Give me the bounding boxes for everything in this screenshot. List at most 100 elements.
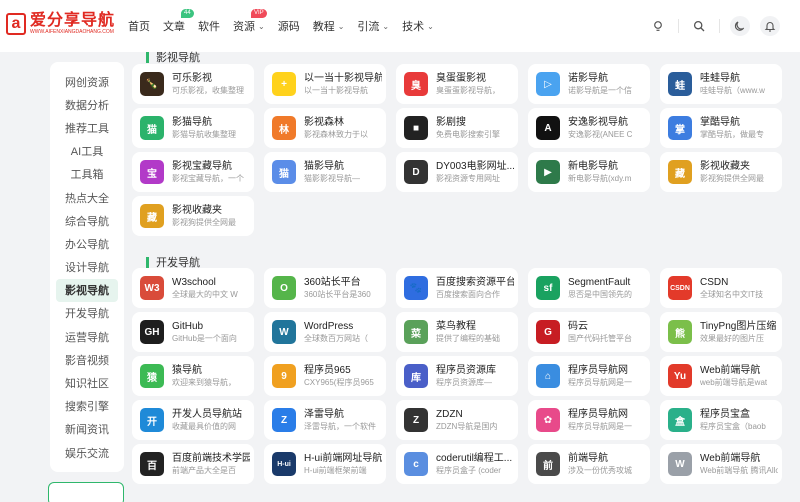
site-card[interactable]: G 码云 国产代码托管平台 — [528, 312, 650, 352]
site-card[interactable]: 掌掌酷导航 掌酷导航，做最专 — [660, 108, 782, 148]
site-card[interactable]: 熊 TinyPng图片压缩 效果最好的图片压 — [660, 312, 782, 352]
site-card[interactable]: CSDN CSDN 全球知名中文IT技 — [660, 268, 782, 308]
site-card[interactable]: 宝影视宝藏导航 影视宝藏导航，一个 — [132, 152, 254, 192]
site-card[interactable]: ▶ 新电影导航 新电影导航(xdy.m — [528, 152, 650, 192]
nav-item[interactable]: 首页 — [128, 18, 150, 34]
site-card[interactable]: 猫影猫导航 影猫导航收集整理 — [132, 108, 254, 148]
nav-item-label: 引流 — [357, 21, 380, 33]
site-logo-icon: Z — [272, 408, 296, 432]
nav-item[interactable]: 文章 44 — [163, 9, 194, 34]
sidebar-item[interactable]: 工具箱 — [56, 163, 118, 186]
nav-item-label: 源码 — [277, 21, 300, 33]
site-card-title: 前端导航 — [568, 453, 608, 464]
site-card[interactable]: W Web前端导航 Web前端导航 腾讯Allo — [660, 444, 782, 484]
site-card[interactable]: 藏影视收藏夹 影视狗提供全网最 — [132, 196, 254, 236]
site-card-title: 码云 — [568, 321, 588, 332]
site-card[interactable]: 🍾 可乐影视 可乐影视，收集整理 — [132, 64, 254, 104]
site-card[interactable]: 猿猿导航 欢迎来到猿导航， — [132, 356, 254, 396]
site-card[interactable]: O 360站长平台 360站长平台是360 — [264, 268, 386, 308]
moon-icon[interactable] — [730, 16, 750, 36]
site-card[interactable]: c coderutil编程工... 程序员盒子 (coder — [396, 444, 518, 484]
site-card[interactable]: 猫猫影导航 猫影影视导航— — [264, 152, 386, 192]
site-card[interactable]: sf SegmentFault 思否是中国领先的 — [528, 268, 650, 308]
site-card[interactable]: 菜菜鸟教程 提供了编程的基础 — [396, 312, 518, 352]
site-card[interactable]: 百百度前端技术学园 前端产品大全是百 — [132, 444, 254, 484]
sidebar-item[interactable]: 搜索引擎 — [56, 395, 118, 418]
site-card[interactable]: A 安逸影视导航 安逸影视(ANEE C — [528, 108, 650, 148]
section-title: 影视导航 — [156, 52, 200, 64]
site-logo-icon: H-ui — [272, 452, 296, 476]
site-card[interactable]: Z ZDZN ZDZN导航是国内 — [396, 400, 518, 440]
site-logo-icon: 猫 — [272, 160, 296, 184]
site-logo-icon: 掌 — [668, 116, 692, 140]
site-card[interactable]: 藏影视收藏夹 影视狗提供全网最 — [660, 152, 782, 192]
site-logo-icon: W — [668, 452, 692, 476]
category-sidebar: 网创资源 数据分析 推荐工具 AI工具 工具箱 热点大全 综合导航 办公导航 设计导航 影视导航开… — [50, 62, 124, 472]
site-card[interactable]: 臭臭蛋蛋影视 臭蛋蛋影视导航， — [396, 64, 518, 104]
sidebar-item[interactable]: 知识社区 — [56, 371, 118, 394]
bell-icon[interactable] — [760, 16, 780, 36]
site-card-description: CXY965(程序员965 — [304, 378, 374, 387]
sidebar-item[interactable]: 数据分析 — [56, 93, 118, 116]
site-logo[interactable]: a 爱分享导航 WWW.AIFENXIANGDAOHANG.COM — [6, 12, 115, 36]
site-card[interactable]: Z 泽雷导航 泽雷导航，一个软件 — [264, 400, 386, 440]
site-card[interactable]: 开开发人员导航站 收藏最具价值的网 — [132, 400, 254, 440]
sidebar-item[interactable]: 娱乐交流 — [56, 441, 118, 464]
sidebar-item[interactable]: 影音视频 — [56, 348, 118, 371]
site-card-title: W3school — [172, 277, 216, 288]
site-card[interactable]: ✿ 程序员导航网 程序员导航网是一 — [528, 400, 650, 440]
idea-bulb-icon[interactable] — [648, 16, 668, 36]
site-card[interactable]: 前前端导航 涉及一份优秀攻城 — [528, 444, 650, 484]
site-card-title: 诺影导航 — [568, 73, 608, 84]
site-card[interactable]: D DY003电影网址... 影视资源专用网址 — [396, 152, 518, 192]
sidebar-item[interactable]: 新闻资讯 — [56, 418, 118, 441]
sidebar-item[interactable]: 网创资源 — [56, 70, 118, 93]
nav-item[interactable]: 引流 ⌄ — [357, 18, 389, 34]
site-card-text: 猫影导航 猫影影视导航— — [304, 160, 382, 184]
site-card[interactable]: ▷ 诺影导航 诺影导航是一个信 — [528, 64, 650, 104]
site-card[interactable]: 库程序员资源库 程序员资源库— — [396, 356, 518, 396]
nav-item[interactable]: 技术 ⌄ — [402, 18, 434, 34]
sidebar-extra-panel — [48, 482, 124, 502]
site-card-text: 影猫导航 影猫导航收集整理 — [172, 116, 250, 140]
site-logo-icon: + — [272, 72, 296, 96]
sidebar-item[interactable]: 开发导航 — [56, 302, 118, 325]
sidebar-item[interactable]: 综合导航 — [56, 209, 118, 232]
nav-item[interactable]: 源码 — [278, 18, 300, 34]
nav-item[interactable]: 软件 — [198, 18, 220, 34]
site-card[interactable]: ■ 影剧搜 免费电影搜索引擎 — [396, 108, 518, 148]
site-card-text: 影视宝藏导航 影视宝藏导航，一个 — [172, 160, 250, 184]
site-card-text: 影剧搜 免费电影搜索引擎 — [436, 116, 514, 140]
site-card[interactable]: 林影视森林 影视森林致力于以 — [264, 108, 386, 148]
site-card[interactable]: W WordPress 全球数百万网站（ — [264, 312, 386, 352]
site-card-description: 臭蛋蛋影视导航， — [436, 86, 500, 95]
site-card[interactable]: ⌂ 程序员导航网 程序员导航网是一 — [528, 356, 650, 396]
sidebar-item[interactable]: 热点大全 — [56, 186, 118, 209]
site-card-description: 诺影导航是一个信 — [568, 86, 632, 95]
site-card-title: 影视森林 — [304, 117, 344, 128]
sidebar-item[interactable]: 影视导航 — [56, 278, 118, 302]
site-logo-icon: O — [272, 276, 296, 300]
site-logo-icon: Yu — [668, 364, 692, 388]
site-card[interactable]: Yu Web前端导航 web前端导航是wat — [660, 356, 782, 396]
site-card[interactable]: 蛙哇蛙导航 哇蛙导航（www.w — [660, 64, 782, 104]
site-logo-icon: 熊 — [668, 320, 692, 344]
sidebar-item[interactable]: 办公导航 — [56, 232, 118, 255]
site-card[interactable]: W3 W3school 全球最大的中文 W — [132, 268, 254, 308]
site-logo-icon: GH — [140, 320, 164, 344]
sidebar-item[interactable]: AI工具 — [56, 140, 118, 163]
site-card[interactable]: GH GitHub GitHub是一个面向 — [132, 312, 254, 352]
search-icon[interactable] — [689, 16, 709, 36]
site-card-title: GitHub — [172, 321, 204, 332]
site-card[interactable]: + 以一当十影视导航 以一当十影视导航 — [264, 64, 386, 104]
site-card[interactable]: 🐾 百度搜索资源平台 百度搜索面向合作 — [396, 268, 518, 308]
nav-item[interactable]: 教程 ⌄ — [313, 18, 345, 34]
site-card[interactable]: H-ui H-ui前端网址导航 H-ui前端框架前端 — [264, 444, 386, 484]
sidebar-item[interactable]: 推荐工具 — [56, 116, 118, 139]
site-card-text: 诺影导航诺影导航是一个信 — [568, 72, 646, 96]
site-card[interactable]: 盒程序员宝盒 程序员宝盒（baob — [660, 400, 782, 440]
nav-item[interactable]: 资源 VIP ⌄ — [233, 9, 267, 34]
sidebar-item[interactable]: 运营导航 — [56, 325, 118, 348]
site-card[interactable]: 9 程序员965 CXY965(程序员965 — [264, 356, 386, 396]
sidebar-item[interactable]: 设计导航 — [56, 256, 118, 279]
